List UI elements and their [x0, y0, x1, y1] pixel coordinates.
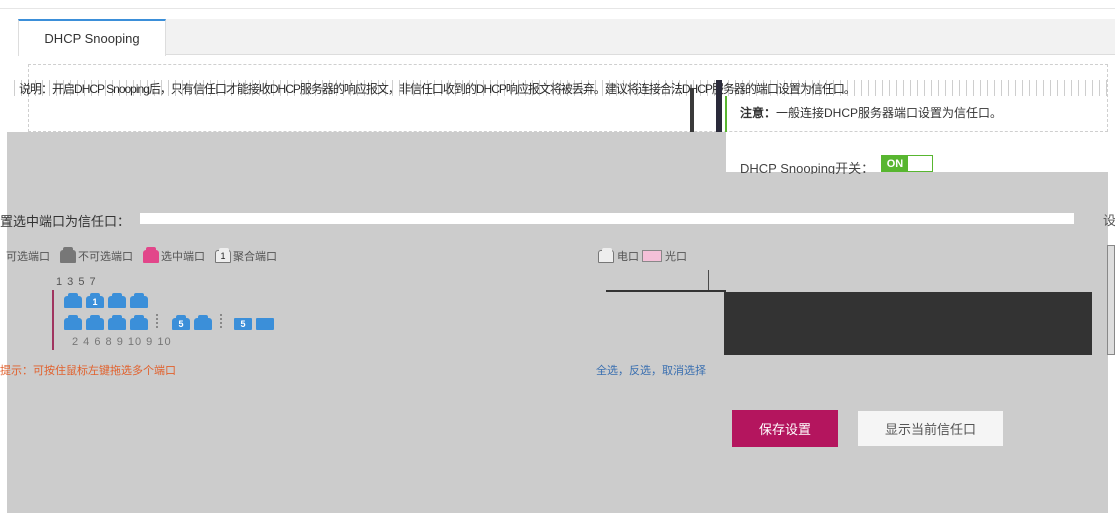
render-artifact-vline — [708, 270, 709, 291]
port-separator — [220, 314, 222, 330]
switch-port[interactable] — [130, 315, 148, 330]
legend-aggregate-label: 聚合端口 — [233, 251, 277, 263]
note-text: 一般连接DHCP服务器端口设置为信任口。 — [776, 106, 1003, 120]
port-separator — [156, 314, 158, 330]
switch-port[interactable]: 5 — [172, 315, 190, 330]
legend-fiber-label: 光口 — [665, 251, 687, 263]
port-group-bar — [52, 290, 54, 350]
drag-select-tip: 提示：可按住鼠标左键拖选多个端口 — [0, 365, 176, 377]
selection-links: 全选，反选，取消选择 — [596, 365, 706, 377]
port-type-legend: 电口 光口 — [598, 247, 687, 264]
invert-selection-link[interactable]: 反选 — [629, 365, 651, 377]
switch-port[interactable] — [64, 293, 82, 308]
cancel-selection-link[interactable]: 取消选择 — [662, 365, 706, 377]
tab-bar: DHCP Snooping — [18, 19, 1115, 56]
render-artifact-panel — [724, 292, 1092, 355]
legend-item: 不可选端口 — [60, 246, 133, 264]
switch-port[interactable]: 1 — [86, 293, 104, 308]
port-aggregate-icon: 1 — [215, 247, 231, 263]
render-artifact-hline — [606, 290, 726, 292]
legend-electric-label: 电口 — [617, 251, 639, 263]
fiber-port-icon — [642, 250, 662, 262]
port-numbers-top: 1 3 5 7 — [56, 276, 97, 288]
port-numbers-bottom: 2 4 6 8 9 10 9 10 — [72, 336, 172, 348]
switch-port[interactable] — [86, 315, 104, 330]
notice-text: ﾠ说明：开启DHCP Snooping后，只有信任口才能接收DHCP服务器的响应… — [8, 80, 1108, 96]
toggle-on-label: ON — [882, 156, 908, 171]
legend-selectable-label: 可选端口 — [6, 251, 50, 263]
right-clipped-panel — [1107, 245, 1115, 355]
note-label: 注意： — [740, 106, 777, 120]
port-selected-icon — [143, 246, 159, 263]
port-disabled-icon — [60, 246, 76, 263]
switch-port[interactable]: 5 — [234, 318, 252, 330]
legend-selected-label: 选中端口 — [161, 251, 205, 263]
select-all-link[interactable]: 全选 — [596, 365, 618, 377]
top-divider — [0, 8, 1115, 9]
legend-disabled-label: 不可选端口 — [78, 251, 133, 263]
snooping-switch-label: DHCP Snooping开关： — [740, 161, 875, 174]
port-legend: 可选端口 不可选端口 选中端口 1 聚合端口 — [6, 246, 283, 264]
show-trusted-ports-button[interactable]: 显示当前信任口 — [857, 410, 1004, 447]
switch-port[interactable] — [194, 315, 212, 330]
switch-port[interactable] — [130, 293, 148, 308]
render-artifact-bar — [690, 88, 694, 132]
snooping-toggle[interactable]: ON — [881, 155, 933, 172]
switch-port[interactable] — [256, 318, 274, 330]
tab-dhcp-snooping[interactable]: DHCP Snooping — [18, 19, 166, 56]
electric-port-icon — [598, 247, 614, 263]
notice-box — [28, 64, 1108, 132]
legend-item: 可选端口 — [6, 248, 50, 264]
note: 注意：一般连接DHCP服务器端口设置为信任口。 — [740, 104, 1002, 121]
switch-port[interactable] — [64, 315, 82, 330]
legend-item: 选中端口 — [143, 246, 205, 264]
render-artifact-band — [140, 213, 1074, 224]
section-title: 置选中端口为信任口： — [0, 214, 131, 229]
right-clipped-label: 设 — [1103, 213, 1115, 228]
legend-item: 1 聚合端口 — [215, 247, 277, 264]
save-settings-button[interactable]: 保存设置 — [732, 410, 838, 447]
switch-port[interactable] — [108, 293, 126, 308]
switch-port[interactable] — [108, 315, 126, 330]
